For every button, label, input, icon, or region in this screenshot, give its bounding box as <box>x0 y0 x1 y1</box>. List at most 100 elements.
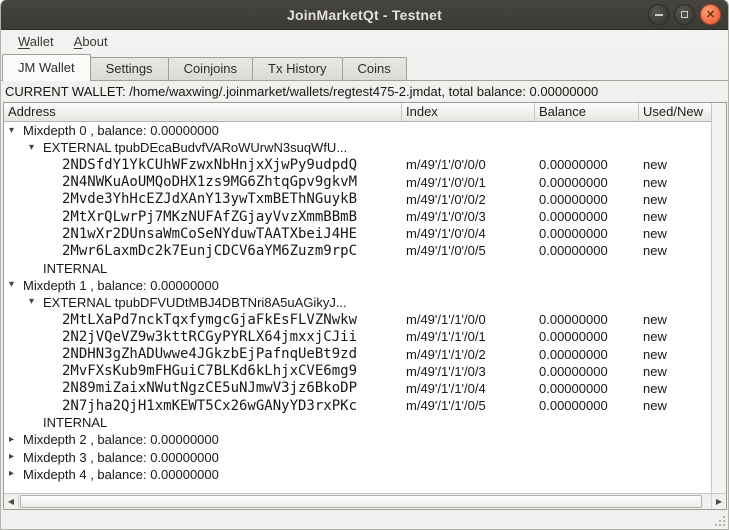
tree-row[interactable]: 2MvFXsKub9mFHGuiC7BLKd6kLhjxCVE6mg9m/49'… <box>4 363 711 380</box>
address-text: 2NDHN3gZhADUwwe4JGkzbEjPafnqUeBt9zd <box>62 346 357 362</box>
tree-row[interactable]: 2N7jha2QjH1xmKEWT5Cx26wGANyYD3rxPKcm/49'… <box>4 397 711 414</box>
current-wallet-label: CURRENT WALLET: /home/waxwing/.joinmarke… <box>1 81 728 102</box>
status-cell: new <box>639 398 711 413</box>
header-cell-index[interactable]: Index <box>402 103 535 121</box>
address-cell: ▸Mixdepth 3 , balance: 0.00000000 <box>4 450 402 465</box>
expander-icon[interactable]: ▾ <box>29 297 41 307</box>
minimize-button[interactable] <box>648 4 669 25</box>
index-cell: m/49'/1'/1'/0/0 <box>402 312 535 327</box>
vertical-scrollbar[interactable] <box>711 103 726 493</box>
header-cell-balance[interactable]: Balance <box>535 103 639 121</box>
tree-row[interactable]: 2N4NWKuAoUMQoDHX1zs9MG6ZhtqGpv9gkvMm/49'… <box>4 174 711 191</box>
menu-item-label: bout <box>82 34 107 49</box>
address-text: 2MvFXsKub9mFHGuiC7BLKd6kLhjxCVE6mg9 <box>62 363 357 379</box>
tab-coinjoins[interactable]: Coinjoins <box>168 57 253 80</box>
tree-row[interactable]: ▾Mixdepth 0 , balance: 0.00000000 <box>4 122 711 139</box>
tree-header: Address Index Balance Used/New <box>4 103 711 122</box>
resize-grip-icon[interactable] <box>714 515 726 527</box>
window-controls: ✕ <box>648 4 721 25</box>
index-cell: m/49'/1'/0'/0/0 <box>402 157 535 172</box>
maximize-button[interactable] <box>674 4 695 25</box>
tree-row[interactable]: 2N89miZaixNWutNgzCE5uNJmwV3jz6BkoDPm/49'… <box>4 380 711 397</box>
close-button[interactable]: ✕ <box>700 4 721 25</box>
status-cell: new <box>639 157 711 172</box>
status-cell: new <box>639 226 711 241</box>
address-cell: 2Mwr6LaxmDc2k7EunjCDCV6aYM6Zuzm9rpC <box>4 243 402 259</box>
horizontal-scrollbar-thumb[interactable] <box>20 495 702 508</box>
address-text: 2Mwr6LaxmDc2k7EunjCDCV6aYM6Zuzm9rpC <box>62 243 357 259</box>
address-text: Mixdepth 2 , balance: 0.00000000 <box>23 432 219 447</box>
tree-row[interactable]: ▾Mixdepth 1 , balance: 0.00000000 <box>4 277 711 294</box>
expander-icon[interactable]: ▾ <box>9 126 21 136</box>
header-cell-used-new[interactable]: Used/New <box>639 103 711 121</box>
minimize-icon <box>655 14 663 16</box>
status-cell: new <box>639 243 711 258</box>
expander-icon[interactable]: ▾ <box>29 143 41 153</box>
tree-row[interactable]: ▸Mixdepth 3 , balance: 0.00000000 <box>4 449 711 466</box>
expander-icon[interactable]: ▾ <box>9 280 21 290</box>
address-cell: 2MvFXsKub9mFHGuiC7BLKd6kLhjxCVE6mg9 <box>4 363 402 379</box>
status-cell: new <box>639 312 711 327</box>
balance-cell: 0.00000000 <box>535 243 639 258</box>
menu-item-label: allet <box>30 34 54 49</box>
tree-row[interactable]: INTERNAL <box>4 260 711 277</box>
tab-tx-history[interactable]: Tx History <box>252 57 343 80</box>
right-arrow-icon: ▶ <box>716 497 722 506</box>
balance-cell: 0.00000000 <box>535 364 639 379</box>
status-bar <box>1 510 728 529</box>
address-cell: 2MtLXaPd7nckTqxfymgcGjaFkEsFLVZNwkw <box>4 312 402 328</box>
expander-icon[interactable]: ▸ <box>9 452 21 462</box>
horizontal-scrollbar[interactable]: ◀ <box>4 493 711 509</box>
tree-row[interactable]: 2NDSfdY1YkCUhWFzwxNbHnjxXjwPy9udpdQm/49'… <box>4 156 711 173</box>
balance-cell: 0.00000000 <box>535 398 639 413</box>
tab-coins[interactable]: Coins <box>342 57 407 80</box>
address-text: INTERNAL <box>43 415 107 430</box>
application-window: JoinMarketQt - Testnet ✕ WalletAbout JM … <box>0 0 729 530</box>
expander-icon[interactable]: ▸ <box>9 469 21 479</box>
address-text: 2N1wXr2DUnsaWmCoSeNYduwTAATXbeiJ4HE <box>62 226 357 242</box>
scroll-left-button[interactable]: ◀ <box>4 494 19 509</box>
address-text: Mixdepth 3 , balance: 0.00000000 <box>23 450 219 465</box>
menu-item-mnemonic: W <box>18 34 30 49</box>
tree-row[interactable]: 2N1wXr2DUnsaWmCoSeNYduwTAATXbeiJ4HEm/49'… <box>4 225 711 242</box>
tree-row[interactable]: 2Mwr6LaxmDc2k7EunjCDCV6aYM6Zuzm9rpCm/49'… <box>4 242 711 259</box>
tree-row[interactable]: ▾EXTERNAL tpubDFVUDtMBJ4DBTNri8A5uAGikyJ… <box>4 294 711 311</box>
tree-row[interactable]: 2MtLXaPd7nckTqxfymgcGjaFkEsFLVZNwkw m/49'… <box>4 311 711 328</box>
header-cell-address[interactable]: Address <box>4 103 402 121</box>
wallet-tab-pane: CURRENT WALLET: /home/waxwing/.joinmarke… <box>1 80 728 529</box>
tree-row[interactable]: 2Mvde3YhHcEZJdXAnY13ywTxmBEThNGuykBm/49'… <box>4 191 711 208</box>
expander-icon[interactable]: ▸ <box>9 435 21 445</box>
index-cell: m/49'/1'/0'/0/2 <box>402 192 535 207</box>
menu-item-wallet[interactable]: Wallet <box>10 32 62 51</box>
tree-row[interactable]: 2NDHN3gZhADUwwe4JGkzbEjPafnqUeBt9zd m/49'… <box>4 345 711 362</box>
left-arrow-icon: ◀ <box>8 497 14 506</box>
titlebar[interactable]: JoinMarketQt - Testnet ✕ <box>1 0 728 30</box>
menu-item-about[interactable]: About <box>66 32 116 51</box>
tree-row[interactable]: ▾EXTERNAL tpubDEcaBudvfVARoWUrwN3suqWfU.… <box>4 139 711 156</box>
address-text: Mixdepth 1 , balance: 0.00000000 <box>23 278 219 293</box>
address-text: 2MtLXaPd7nckTqxfymgcGjaFkEsFLVZNwkw <box>62 312 357 328</box>
balance-cell: 0.00000000 <box>535 175 639 190</box>
tree-row[interactable]: 2N2jVQeVZ9w3kttRCGyPYRLX64jmxxjCJiim/49'… <box>4 328 711 345</box>
tree-row[interactable]: 2MtXrQLwrPj7MKzNUFAfZGjayVvzXmmBBmBm/49'… <box>4 208 711 225</box>
status-cell: new <box>639 329 711 344</box>
tab-settings[interactable]: Settings <box>90 57 169 80</box>
balance-cell: 0.00000000 <box>535 329 639 344</box>
tree-row[interactable]: ▸Mixdepth 4 , balance: 0.00000000 <box>4 466 711 483</box>
tree-row[interactable]: ▸Mixdepth 2 , balance: 0.00000000 <box>4 431 711 448</box>
tree-row[interactable]: INTERNAL <box>4 414 711 431</box>
tab-jm-wallet[interactable]: JM Wallet <box>2 54 91 81</box>
tree-body: ▾Mixdepth 0 , balance: 0.00000000▾EXTERN… <box>4 122 711 493</box>
horizontal-scrollbar-track[interactable] <box>702 494 711 509</box>
address-cell: ▾EXTERNAL tpubDFVUDtMBJ4DBTNri8A5uAGikyJ… <box>4 295 402 310</box>
status-cell: new <box>639 209 711 224</box>
address-text: 2N2jVQeVZ9w3kttRCGyPYRLX64jmxxjCJii <box>62 329 357 345</box>
address-cell: 2Mvde3YhHcEZJdXAnY13ywTxmBEThNGuykB <box>4 191 402 207</box>
scroll-right-button[interactable]: ▶ <box>711 493 726 509</box>
address-cell: 2N1wXr2DUnsaWmCoSeNYduwTAATXbeiJ4HE <box>4 226 402 242</box>
index-cell: m/49'/1'/1'/0/2 <box>402 347 535 362</box>
balance-cell: 0.00000000 <box>535 209 639 224</box>
address-cell: ▾Mixdepth 0 , balance: 0.00000000 <box>4 123 402 138</box>
address-cell: 2N7jha2QjH1xmKEWT5Cx26wGANyYD3rxPKc <box>4 398 402 414</box>
balance-cell: 0.00000000 <box>535 347 639 362</box>
